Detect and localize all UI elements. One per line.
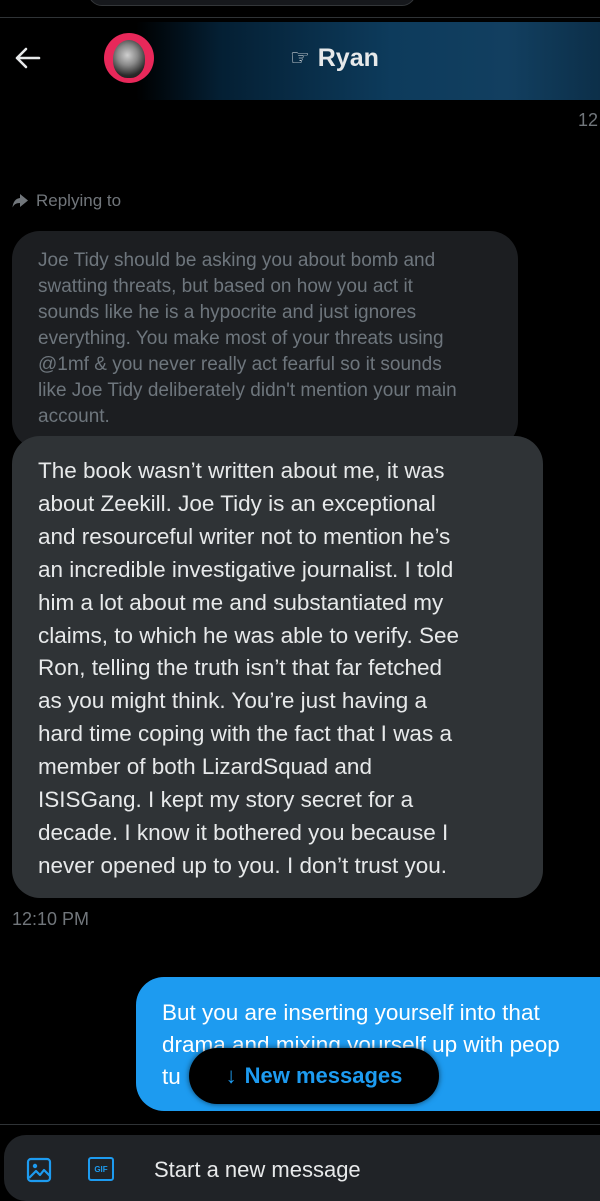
incoming-message-text: The book wasn’t written about me, it was… [38, 458, 460, 878]
contact-name-label: Ryan [317, 43, 379, 72]
previous-search-bar-edge [88, 0, 416, 6]
message-composer: GIF Start a new message [4, 1135, 600, 1201]
message-timestamp: 12:10 PM [12, 909, 90, 929]
gif-icon: GIF [88, 1157, 114, 1181]
incoming-message-bubble[interactable]: The book wasn’t written about me, it was… [12, 436, 543, 898]
reply-arrow-icon [12, 194, 28, 208]
quoted-message-text: Joe Tidy should be asking you about bomb… [38, 250, 457, 427]
contact-avatar[interactable] [104, 33, 154, 83]
composer-bar: GIF Start a new message [0, 1124, 600, 1201]
pointing-hand-icon: ☞ [290, 45, 310, 70]
message-input[interactable]: Start a new message [154, 1155, 584, 1185]
arrow-down-icon: ↓ [225, 1063, 237, 1088]
image-icon [26, 1157, 52, 1183]
conversation-header: ☞ Ryan [0, 18, 600, 102]
new-messages-button[interactable]: ↓ New messages [189, 1048, 439, 1104]
arrow-left-icon [15, 47, 41, 69]
contact-name[interactable]: ☞ Ryan [290, 40, 379, 76]
add-media-button[interactable] [24, 1155, 54, 1185]
back-button[interactable] [8, 38, 48, 78]
quoted-message[interactable]: Joe Tidy should be asking you about bomb… [12, 231, 518, 449]
replying-to-indicator: Replying to [12, 191, 121, 211]
gif-button[interactable]: GIF [88, 1157, 114, 1181]
new-messages-label: New messages [244, 1063, 403, 1088]
timestamp-cut-off: 12 [578, 110, 599, 130]
avatar-image [113, 40, 145, 78]
top-edge [0, 0, 600, 18]
replying-to-label: Replying to [36, 191, 122, 210]
